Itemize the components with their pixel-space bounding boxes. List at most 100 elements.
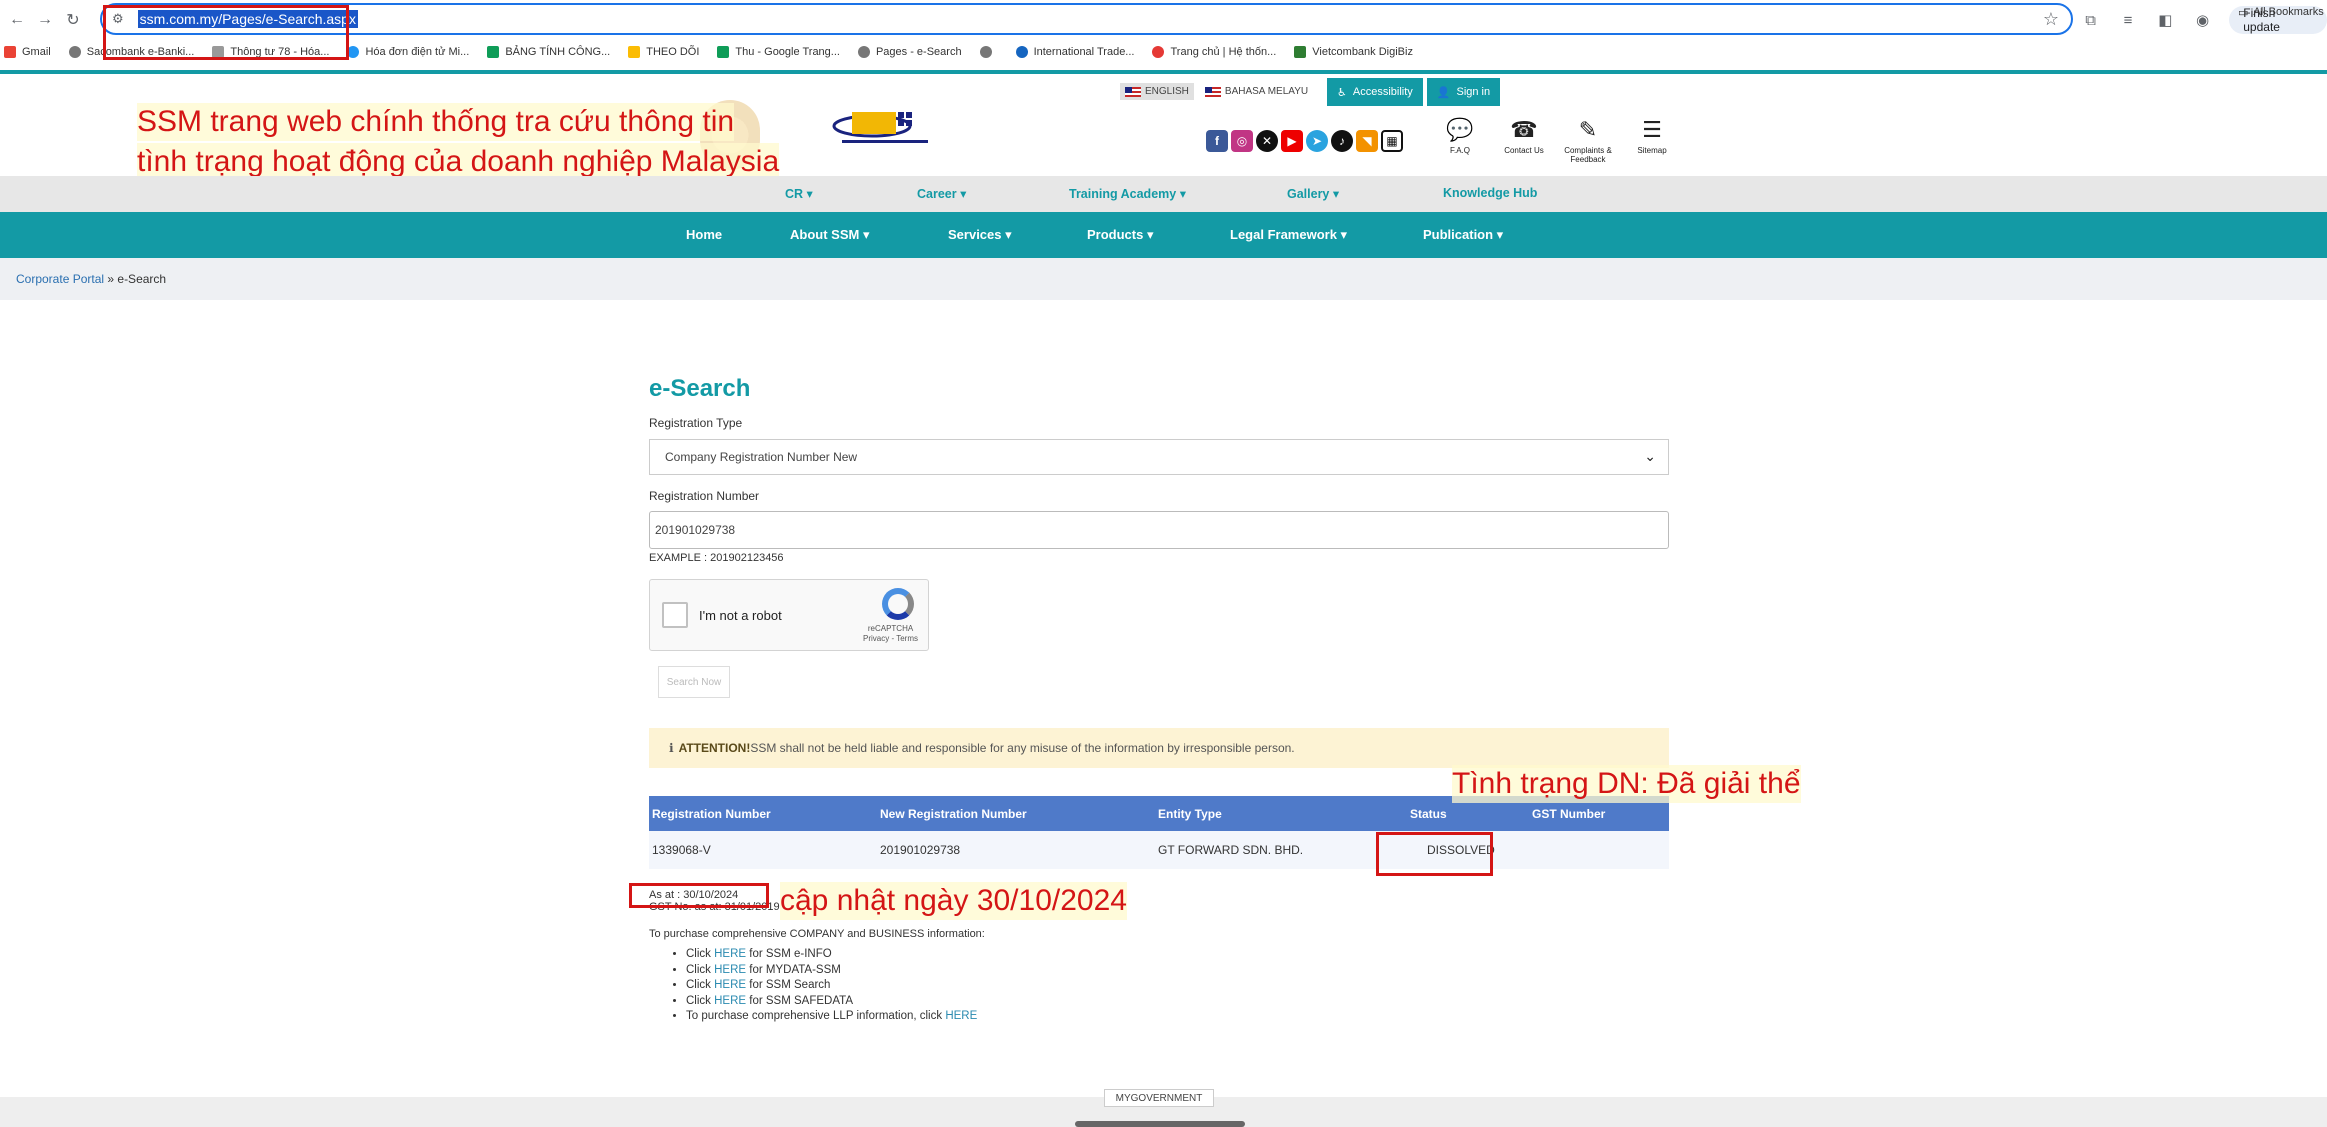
reg-number-example: EXAMPLE : 201902123456 (649, 552, 784, 564)
info-icon: ℹ (669, 741, 674, 755)
x-icon[interactable]: ✕ (1256, 130, 1278, 152)
here-link[interactable]: HERE (714, 964, 746, 976)
col-new-registration-number: New Registration Number (877, 796, 1155, 831)
cell-new-registration-number: 201901029738 (877, 831, 1155, 869)
facebook-icon[interactable]: f (1206, 130, 1228, 152)
qr-code-icon[interactable]: ▦ (1381, 130, 1403, 152)
here-link[interactable]: HERE (714, 995, 746, 1007)
cell-entity-type: GT FORWARD SDN. BHD. (1155, 831, 1407, 869)
page-top-line (0, 70, 2327, 74)
rss-icon[interactable]: ◥ (1356, 130, 1378, 152)
subnav-knowledge-hub[interactable]: Knowledge Hub (1443, 186, 1537, 200)
bookmark-item[interactable] (979, 46, 998, 58)
sign-in-button[interactable]: 👤 Sign in (1426, 78, 1501, 106)
extensions-icon[interactable]: ⧉ (2080, 12, 2101, 29)
phone-icon: ☎ (1510, 117, 1538, 142)
here-link[interactable]: HERE (714, 979, 746, 991)
breadcrumb-home[interactable]: Corporate Portal (16, 272, 104, 286)
lang-malay[interactable]: BAHASA MELAYU (1200, 83, 1313, 100)
faq-link[interactable]: 💬 F.A.Q (1435, 116, 1485, 164)
sheets-icon (717, 46, 730, 58)
sheets-icon (487, 46, 500, 58)
recaptcha-label: I'm not a robot (699, 608, 782, 623)
secondary-nav: CR ▾ Career ▾ Training Academy ▾ Gallery… (0, 176, 2327, 212)
page-title: e-Search (649, 375, 751, 402)
horizontal-scrollbar[interactable] (1075, 1121, 1245, 1127)
forward-icon[interactable]: → (34, 9, 56, 31)
us-flag-icon (1125, 86, 1141, 97)
nav-home[interactable]: Home (686, 227, 722, 242)
bookmark-item[interactable]: THEO DÕI (628, 46, 699, 58)
complaints-link[interactable]: ✎ Complaints & Feedback (1563, 116, 1613, 164)
col-registration-number: Registration Number (649, 796, 877, 831)
bookmark-item[interactable]: International Trade... (1015, 46, 1134, 58)
accessibility-button[interactable]: ♿ Accessibility (1327, 78, 1423, 106)
nav-about-ssm[interactable]: About SSM ▾ (790, 227, 869, 243)
col-entity-type: Entity Type (1155, 796, 1407, 831)
breadcrumb-current: e-Search (117, 272, 167, 286)
ssm-logo[interactable] (832, 106, 938, 150)
bookmark-item[interactable]: Gmail (4, 46, 51, 58)
side-panel-icon[interactable]: ◧ (2155, 11, 2176, 29)
location-icon (1015, 46, 1028, 58)
lang-english[interactable]: ENGLISH (1120, 83, 1194, 100)
recaptcha-checkbox[interactable] (662, 602, 688, 628)
bookmarks-bar: Gmail Sacombank e-Banki... Thông tư 78 -… (0, 40, 2327, 64)
nav-publication[interactable]: Publication ▾ (1423, 227, 1503, 243)
telegram-icon[interactable]: ➤ (1306, 130, 1328, 152)
cell-registration-number: 1339068-V (649, 831, 877, 869)
recaptcha-widget: I'm not a robot reCAPTCHA Privacy - Terms (649, 579, 929, 651)
globe-icon (979, 46, 992, 58)
recaptcha-icon (882, 588, 914, 620)
back-icon[interactable]: ← (6, 9, 28, 31)
purchase-intro: To purchase comprehensive COMPANY and BU… (649, 928, 985, 940)
sitemap-link[interactable]: ☰ Sitemap (1627, 116, 1677, 164)
instagram-icon[interactable]: ◎ (1231, 130, 1253, 152)
subnav-gallery[interactable]: Gallery ▾ (1287, 186, 1339, 201)
invoice-icon (347, 46, 360, 58)
e-search-form: e-Search Registration Type Company Regis… (649, 375, 1669, 1025)
globe-icon (68, 46, 81, 58)
here-link[interactable]: HERE (945, 1010, 977, 1022)
drive-icon (628, 46, 641, 58)
recaptcha-brand: reCAPTCHA (867, 624, 914, 633)
nav-legal-framework[interactable]: Legal Framework ▾ (1230, 227, 1347, 243)
shield-icon (1294, 46, 1307, 58)
faq-icon: 💬 (1446, 117, 1474, 142)
contact-us-link[interactable]: ☎ Contact Us (1499, 116, 1549, 164)
reg-number-input[interactable]: 201901029738 (649, 511, 1669, 549)
subnav-cr[interactable]: CR ▾ (785, 186, 813, 201)
gmail-icon (4, 46, 16, 58)
header-buttons: ♿ Accessibility 👤 Sign in (1327, 78, 1501, 106)
cell-gst-number (1529, 831, 1669, 869)
emblem-icon (1152, 46, 1165, 58)
accessibility-icon: ♿ (1337, 86, 1347, 99)
nav-products[interactable]: Products ▾ (1087, 227, 1153, 243)
reg-type-select[interactable]: Company Registration Number New ⌄ (649, 439, 1669, 475)
bookmark-item[interactable]: Trang chủ | Hệ thốn... (1152, 46, 1276, 58)
youtube-icon[interactable]: ▶ (1281, 130, 1303, 152)
mygovernment-link[interactable]: MYGOVERNMENT (1104, 1089, 1214, 1107)
nav-services[interactable]: Services ▾ (948, 227, 1012, 243)
all-bookmarks[interactable]: ▭ All Bookmarks (2238, 0, 2324, 24)
sitemap-icon: ☰ (1642, 117, 1662, 142)
subnav-career[interactable]: Career ▾ (917, 186, 966, 201)
list-item: Click HERE for SSM e-INFO (686, 947, 1669, 963)
profile-icon[interactable]: ◉ (2192, 11, 2213, 29)
bookmark-star-icon[interactable]: ☆ (2043, 9, 2059, 30)
bookmark-item[interactable]: Hóa đơn điện tử Mi... (347, 46, 469, 58)
reload-icon[interactable]: ↻ (62, 9, 84, 31)
results-table: Registration Number New Registration Num… (649, 796, 1669, 869)
bookmark-item[interactable]: Vietcombank DigiBiz (1294, 46, 1413, 58)
subnav-training-academy[interactable]: Training Academy ▾ (1069, 186, 1186, 201)
bookmark-item[interactable]: BẢNG TÍNH CÔNG... (487, 46, 610, 58)
here-link[interactable]: HERE (714, 948, 746, 960)
tiktok-icon[interactable]: ♪ (1331, 130, 1353, 152)
search-now-button[interactable]: Search Now (658, 666, 730, 698)
media-icon[interactable]: ≡ (2117, 12, 2138, 29)
address-bar[interactable]: ⚙ ssm.com.my/Pages/e-Search.aspx ☆ (100, 3, 2073, 35)
bookmark-item[interactable]: Pages - e-Search (857, 46, 962, 58)
recaptcha-terms[interactable]: Privacy - Terms (863, 634, 918, 643)
attention-notice: ℹ ATTENTION! SSM shall not be held liabl… (649, 728, 1669, 768)
bookmark-item[interactable]: Thu - Google Trang... (717, 46, 840, 58)
